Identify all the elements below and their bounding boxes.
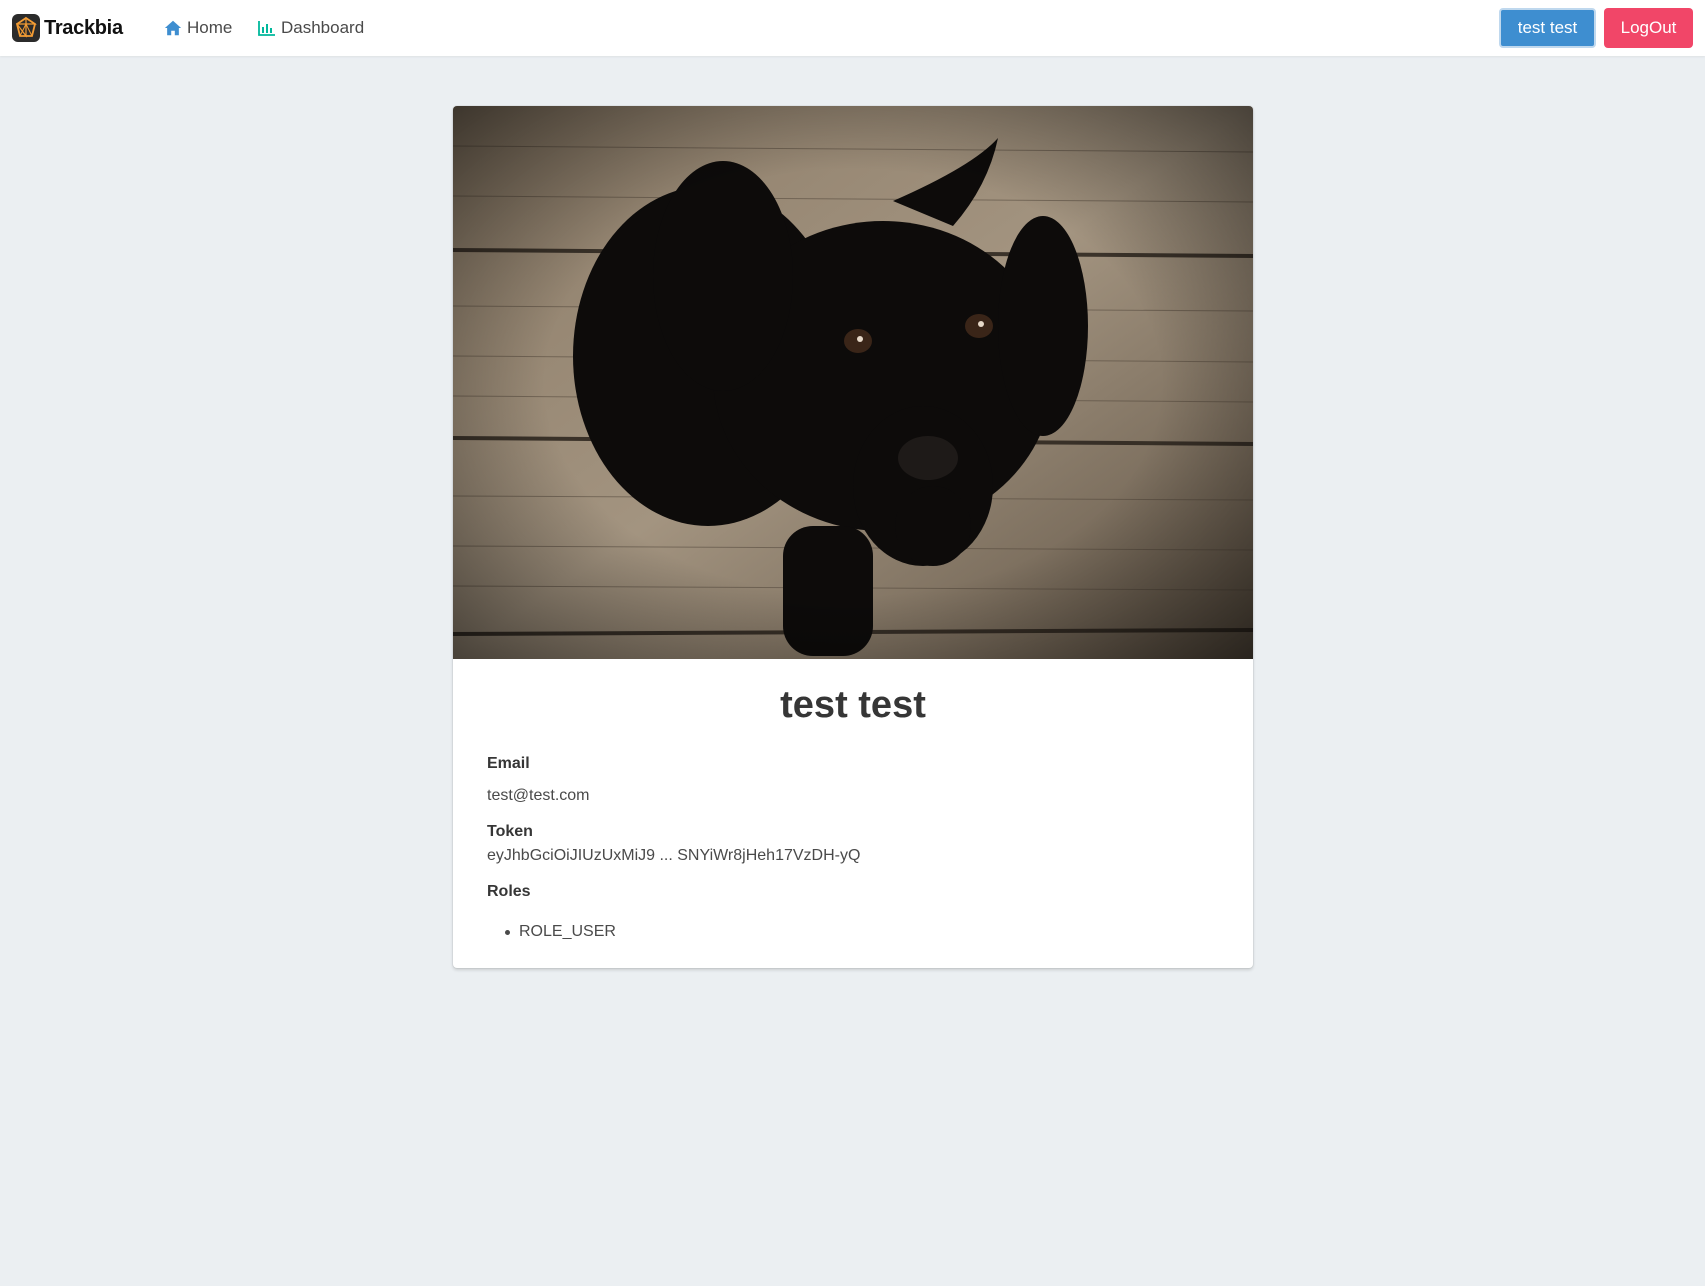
user-button[interactable]: test test — [1499, 8, 1596, 48]
logo-icon — [12, 14, 40, 42]
nav-home-link[interactable]: Home — [164, 16, 232, 40]
logout-button[interactable]: LogOut — [1604, 8, 1693, 48]
token-value: eyJhbGciOiJIUzUxMiJ9 ... SNYiWr8jHeh17Vz… — [487, 847, 861, 864]
bullet-icon — [505, 929, 510, 935]
roles-label: Roles — [487, 883, 531, 900]
nav-dashboard-label: Dashboard — [281, 18, 365, 37]
profile-name: test test — [780, 684, 926, 726]
role-value: ROLE_USER — [519, 923, 616, 940]
list-item: ROLE_USER — [505, 923, 616, 941]
brand-name: Trackbia — [44, 16, 123, 39]
profile-card: test test Email test@test.com Token eyJh… — [453, 106, 1253, 968]
email-label: Email — [487, 755, 530, 772]
nav-dashboard-link[interactable]: Dashboard — [258, 16, 364, 40]
profile-image-puppy — [453, 106, 1253, 659]
email-value: test@test.com — [487, 787, 590, 804]
nav-home-label: Home — [187, 18, 233, 37]
bar-chart-icon — [258, 21, 275, 36]
brand-link[interactable]: Trackbia — [12, 13, 123, 43]
navbar: Trackbia Home Dashboard test test LogOut — [0, 0, 1705, 56]
token-label: Token — [487, 823, 533, 840]
home-icon — [164, 20, 182, 36]
roles-list: ROLE_USER — [505, 923, 616, 941]
